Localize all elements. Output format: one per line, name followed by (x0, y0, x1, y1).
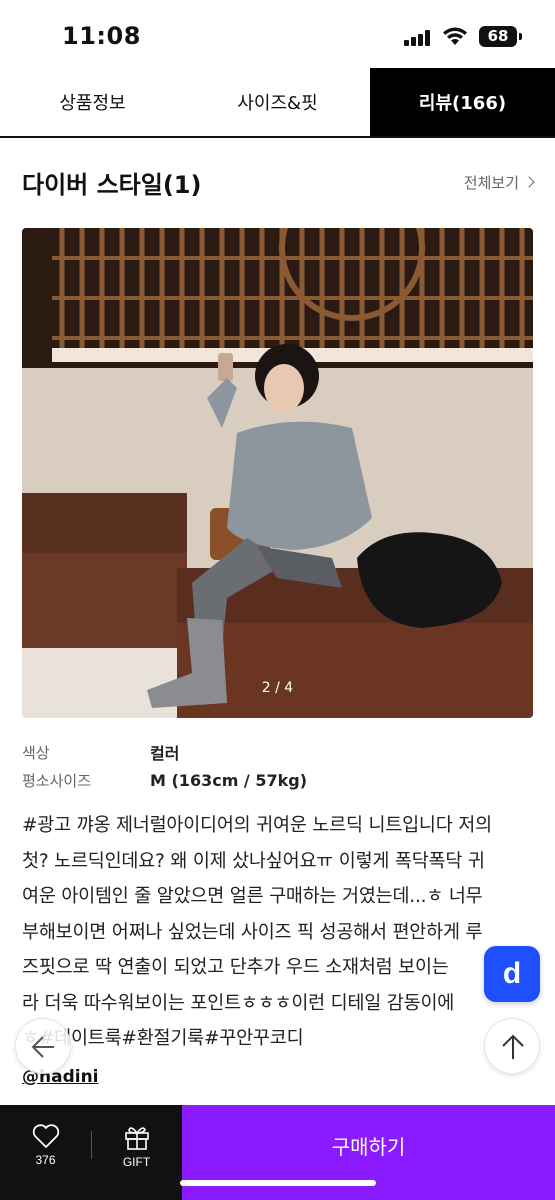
review-photo-image (22, 228, 533, 718)
home-indicator (180, 1180, 376, 1186)
divider (91, 1131, 92, 1159)
review-line: 여운 아이템인 줄 알았으면 얼른 구매하는 거였는데...ㅎ 너무 (22, 886, 483, 907)
tab-bar: 상품정보 사이즈&핏 리뷰(166) (0, 68, 555, 138)
chevron-right-icon (523, 176, 535, 188)
review-line: 첫? 노르딕인데요? 왜 이제 샀나싶어요ㅠ 이렇게 폭닥폭닥 귀 (22, 850, 485, 872)
detail-row-color: 색상 컬러 (22, 738, 533, 766)
review-line: 즈핏으로 딱 연출이 되었고 단추가 우드 소재처럼 보이는 (22, 957, 449, 978)
arrow-up-icon (502, 1034, 524, 1059)
bottom-bar-actions: 376 GIFT (0, 1105, 182, 1200)
like-button[interactable]: 376 (0, 1105, 91, 1200)
tab-reviews[interactable]: 리뷰(166) (370, 68, 555, 136)
like-count: 376 (35, 1153, 56, 1167)
gift-label: GIFT (122, 1155, 151, 1169)
battery-icon: 68 (479, 26, 522, 47)
detail-value: 컬러 (150, 744, 180, 763)
review-photo[interactable]: 2 / 4 (22, 228, 533, 718)
scroll-top-button[interactable] (484, 1018, 540, 1074)
review-line: ㅎ#데이트룩#환절기룩#꾸안꾸코디 (22, 1028, 304, 1049)
detail-value: M (163cm / 57kg) (150, 770, 308, 790)
gift-icon (124, 1127, 149, 1150)
detail-label: 색상 (22, 743, 50, 762)
back-button[interactable] (15, 1018, 71, 1074)
view-all-link[interactable]: 전체보기 (463, 172, 535, 193)
review-text: #광고 꺄옹 제너럴아이디어의 귀여운 노르딕 니트입니다 저의 첫? 노르딕인… (22, 808, 542, 1057)
tab-product-info[interactable]: 상품정보 (0, 68, 185, 136)
heart-icon (32, 1124, 59, 1148)
status-bar: 11:08 68 (0, 0, 555, 68)
review-details: 색상 컬러 평소사이즈 M (163cm / 57kg) (22, 738, 533, 794)
view-all-label: 전체보기 (463, 173, 519, 192)
arrow-left-icon (31, 1036, 54, 1058)
detail-label: 평소사이즈 (22, 771, 92, 790)
section-header: 다이버 스타일(1) 전체보기 (22, 162, 535, 202)
cellular-signal-icon (404, 30, 434, 46)
tab-size-fit[interactable]: 사이즈&핏 (185, 68, 370, 136)
photo-counter: 2 / 4 (261, 680, 294, 696)
review-line: #광고 꺄옹 제너럴아이디어의 귀여운 노르딕 니트입니다 저의 (22, 815, 492, 836)
review-line: 부해보이면 어쩌나 싶었는데 사이즈 픽 성공해서 편안하게 루 (22, 921, 483, 943)
section-title: 다이버 스타일(1) (22, 170, 202, 199)
detail-row-size: 평소사이즈 M (163cm / 57kg) (22, 766, 533, 794)
review-line: 라 더욱 따수워보이는 포인트ㅎㅎㅎ이런 디테일 감동이에 (22, 992, 455, 1014)
wifi-icon (443, 27, 467, 45)
status-time: 11:08 (62, 22, 141, 50)
app-shortcut-button[interactable]: d (484, 946, 540, 1002)
gift-button[interactable]: GIFT (91, 1105, 182, 1200)
